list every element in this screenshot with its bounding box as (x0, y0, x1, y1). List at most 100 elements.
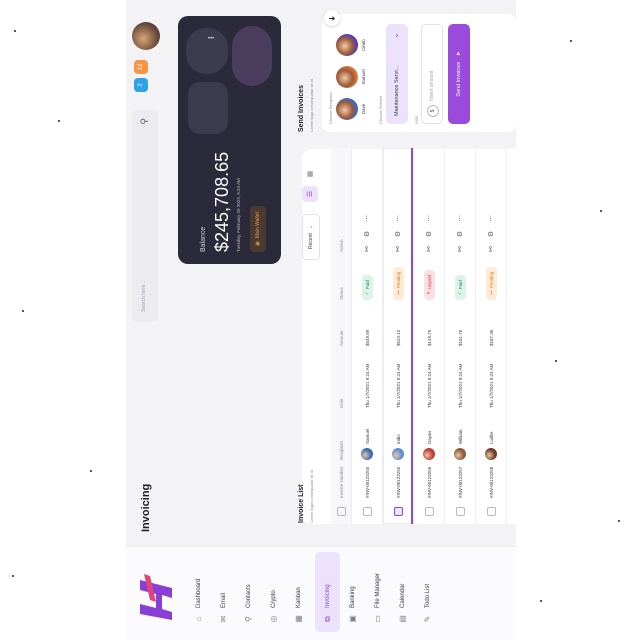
recipient-option[interactable]: Samuel (336, 62, 366, 92)
invoice-number: #INV-00123257 (457, 466, 463, 498)
more-icon[interactable]: ⋯ (425, 215, 433, 222)
sidebar-item-crypto[interactable]: ◎ Crypto (261, 552, 286, 632)
sidebar-icon: ⧉ (322, 616, 332, 622)
row-checkbox[interactable] (486, 507, 496, 516)
send-invoices-subtitle: Lorem fuga consequatur sit at. (309, 77, 314, 132)
search-input[interactable]: Search here... (141, 281, 147, 312)
table-row[interactable]: #INV-00123255 Indio Thu 1/7/2021 9:24 AM $5… (383, 148, 414, 524)
column-header: Amount (338, 330, 344, 346)
sidebar-icon: ⌂ (194, 616, 203, 622)
background-dot (22, 310, 24, 312)
status-text: Paid (364, 280, 370, 290)
recent-filter-dropdown[interactable]: Recent ⌄ (302, 214, 320, 260)
recipient-option[interactable]: Cindo (336, 30, 366, 60)
more-icon[interactable]: ⋯ (394, 215, 402, 222)
service-select[interactable]: Maintenance Servi... ⌄ (386, 24, 408, 124)
search-icon[interactable]: ⚲ (139, 118, 150, 125)
sidebar-item-calendar[interactable]: ▤ Calendar (390, 552, 415, 632)
chevron-down-icon: ⌄ (308, 224, 314, 230)
pending-icon: ••• (395, 290, 401, 295)
invoice-amount: $181.76 (457, 329, 463, 346)
sidebar-item-email[interactable]: ✉ Email (211, 552, 236, 632)
main-wallet-button[interactable]: ▣ Main Wallet (250, 206, 266, 252)
recent-filter-label: Recent (308, 233, 314, 250)
list-view-button[interactable]: ☰ (302, 186, 318, 202)
sidebar-item-label: Banking (349, 586, 356, 608)
next-arrow-button[interactable]: ➜ (324, 10, 340, 26)
status-badge: ✓ Paid (361, 275, 373, 300)
sidebar-item-banking[interactable]: ▣ Banking (340, 552, 365, 632)
background-dot (90, 470, 92, 472)
status-badge: ••• Pending (392, 266, 404, 300)
action-cell: ⚯ ⚙ ⋯ (394, 192, 402, 252)
select-all-checkbox[interactable] (336, 507, 346, 516)
row-checkbox[interactable] (455, 507, 465, 516)
user-avatar[interactable] (132, 22, 160, 50)
row-checkbox[interactable] (393, 507, 403, 516)
sidebar-item-dashboard[interactable]: ⌂ Dashboard (186, 552, 211, 632)
more-icon[interactable]: ⋯ (487, 215, 495, 222)
status-text: Pending (488, 271, 494, 289)
invoice-date: Thu 1/7/2021 9:24 AM (395, 363, 401, 408)
link-icon[interactable]: ⚯ (487, 246, 495, 252)
status-text: Pending (395, 271, 401, 289)
invoice-table: Invoice Number Recipient Date Amount Status A… (331, 148, 507, 524)
messages-badge-button[interactable]: 2 (134, 78, 148, 92)
settings-icon[interactable]: ⚙ (487, 231, 495, 237)
invoice-number: #INV-00123258 (488, 466, 494, 498)
sidebar-item-invoicing[interactable]: ⧉ Invoicing (315, 552, 340, 632)
invoice-number: #INV-00123255 (364, 466, 370, 498)
sidebar-item-label: Dashboard (195, 578, 202, 608)
background-dot (58, 120, 60, 122)
invoice-date: Thu 1/7/2021 9:24 AM (488, 363, 494, 408)
sidebar-item-contacts[interactable]: ⚲ Contacts (236, 552, 261, 632)
column-header: Invoice Number (338, 466, 344, 498)
sidebar-icon: ▦ (294, 615, 303, 623)
settings-icon[interactable]: ⚙ (425, 231, 433, 237)
amount-input[interactable]: $ Insert amount (421, 24, 443, 124)
more-menu-icon[interactable]: ••• (208, 36, 214, 42)
table-row[interactable]: #INV-00123257 William Thu 1/7/2021 9:24 AM… (445, 148, 476, 524)
alerts-badge-button[interactable]: 12 (134, 60, 148, 74)
choose-recipient-label: Choose Recipient (328, 92, 333, 124)
sidebar-item-todo-list[interactable]: ✎ Todo List (415, 552, 440, 632)
pending-icon: ••• (488, 290, 494, 295)
status-cell: ✕ Unpaid (423, 252, 435, 300)
recipient-option[interactable]: Dave (336, 94, 366, 124)
link-icon[interactable]: ⚯ (425, 246, 433, 252)
recipient-name: Dave (361, 103, 366, 115)
sidebar: ⌂ Dashboard ✉ Email ⚲ Contacts ◎ Crypto ▦ Kanban ⧉… (126, 546, 516, 640)
sidebar-icon: ✉ (219, 615, 228, 623)
settings-icon[interactable]: ⚙ (456, 231, 464, 237)
row-checkbox[interactable] (362, 507, 372, 516)
table-row[interactable]: #INV-00123256 Dayan Thu 1/7/2021 9:24 AM $1… (414, 148, 445, 524)
send-invoices-panel: Choose Recipient Dave Samuel Cindo ➜ Choos… (322, 10, 516, 132)
recipient-name: Cindo (361, 39, 366, 51)
settings-icon[interactable]: ⚙ (394, 231, 402, 237)
row-checkbox[interactable] (424, 507, 434, 516)
link-icon[interactable]: ⚯ (456, 246, 464, 252)
sidebar-item-kanban[interactable]: ▦ Kanban (286, 552, 311, 632)
settings-icon[interactable]: ⚙ (363, 231, 371, 237)
link-icon[interactable]: ⚯ (394, 246, 402, 252)
sidebar-item-label: Kanban (295, 587, 302, 608)
table-row[interactable]: #INV-00123255 Samuel Thu 1/7/2021 9:24 AM $… (352, 148, 383, 524)
column-header: Action (338, 239, 344, 252)
more-icon[interactable]: ⋯ (363, 215, 371, 222)
status-badge: ••• Pending (485, 266, 497, 300)
sidebar-nav: ⌂ Dashboard ✉ Email ⚲ Contacts ◎ Crypto ▦ Kanban ⧉… (186, 552, 440, 632)
invoice-date: Thu 1/7/2021 9:24 AM (426, 363, 432, 408)
more-icon[interactable]: ⋯ (456, 215, 464, 222)
sidebar-item-file-manager[interactable]: ▭ File Manager (365, 552, 390, 632)
recipient-cell: William (454, 408, 466, 460)
table-row[interactable]: #INV-00123258 Ludbe Thu 1/7/2021 9:24 AM $1… (476, 148, 507, 524)
grid-view-button[interactable]: ▦ (302, 166, 318, 182)
search-bar[interactable]: Search here... ⚲ (132, 110, 158, 322)
action-cell: ⚯ ⚙ ⋯ (456, 192, 464, 252)
send-invoices-button[interactable]: Send Invoices ➤ (448, 24, 470, 124)
dollar-icon: $ (427, 105, 439, 117)
link-icon[interactable]: ⚯ (363, 246, 371, 252)
sidebar-item-label: Contacts (245, 584, 252, 608)
sidebar-item-label: Calendar (399, 583, 406, 608)
sidebar-icon: ◎ (269, 615, 278, 623)
